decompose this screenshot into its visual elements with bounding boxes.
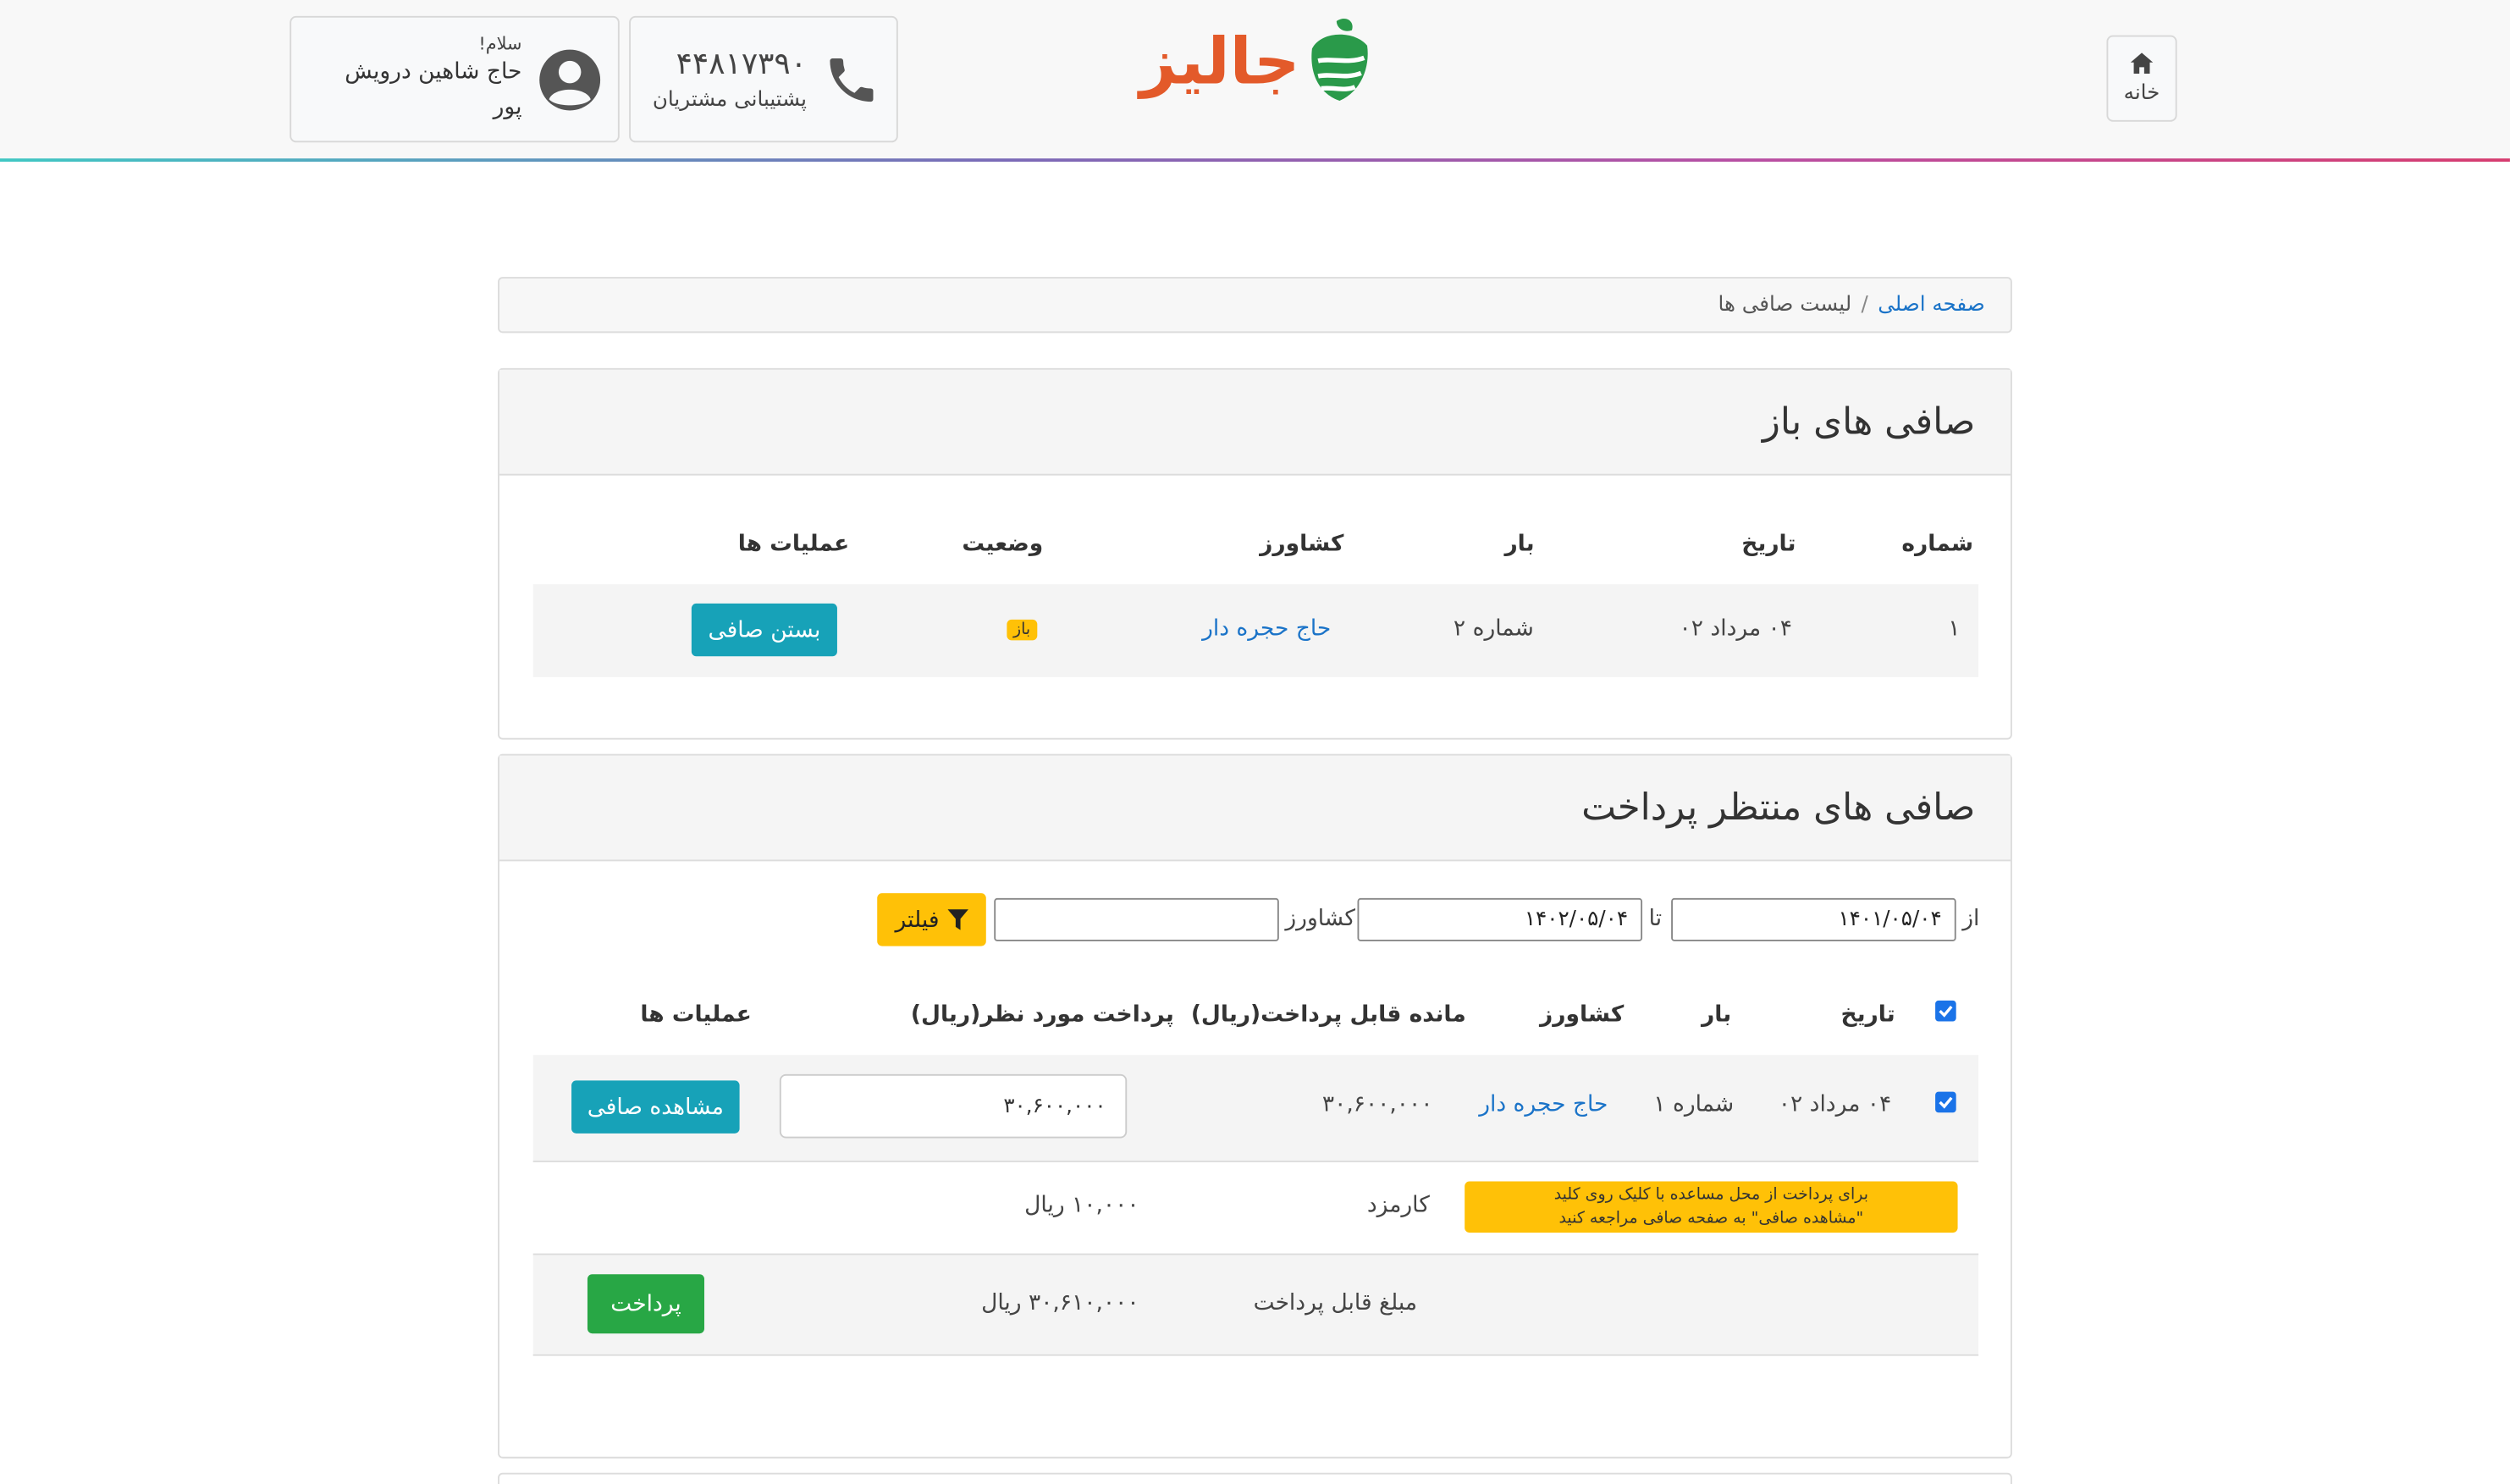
fee-value: ۱۰,۰۰۰ ریال: [1024, 1192, 1139, 1219]
note-line-2: "مشاهده صافی" به صفحه صافی مراجعه کنید: [1558, 1210, 1864, 1228]
header-accent-line: [0, 158, 2510, 162]
filter-farmer-label: کشاورز: [1285, 906, 1356, 932]
row-farmer-link[interactable]: حاج حجره دار: [1479, 1092, 1608, 1117]
brand-logo[interactable]: جالیز: [1139, 13, 1373, 112]
funnel-icon: [946, 908, 968, 930]
select-all-checkbox[interactable]: [1935, 1000, 1956, 1022]
user-text: سلام! حاج شاهین درویش پور: [322, 34, 521, 125]
col-load: بار: [1702, 1001, 1732, 1029]
col-date: تاریخ: [1840, 1001, 1895, 1029]
customer-support[interactable]: ۴۴۸۱۷۳۹۰ پشتیبانی مشتریان: [629, 15, 898, 143]
fee-label: کارمزد: [1366, 1192, 1430, 1219]
user-name: حاج شاهین درویش پور: [345, 58, 522, 120]
filter-to-date-input[interactable]: ۱۴۰۲/۰۵/۰۴: [1357, 897, 1643, 941]
row-load: شماره ۲: [1453, 616, 1534, 643]
support-text: ۴۴۸۱۷۳۹۰ پشتیبانی مشتریان: [653, 47, 807, 113]
row-divider: [532, 1160, 1979, 1162]
col-farmer: کشاورز: [1260, 531, 1344, 558]
row-date: ۰۴ مرداد ۰۲: [1778, 1091, 1892, 1117]
row-divider: [532, 1354, 1979, 1356]
breadcrumb-current: لیست صافی ها: [1718, 293, 1852, 317]
breadcrumb-separator: /: [1861, 293, 1868, 317]
open-card-title: صافی های باز: [1762, 400, 1976, 443]
next-card-edge: [498, 1472, 2012, 1484]
payment-amount-input[interactable]: ۳۰,۶۰۰,۰۰۰: [779, 1073, 1128, 1139]
filter-to-label: تا: [1648, 906, 1663, 932]
breadcrumb-home-link[interactable]: صفحه اصلی: [1878, 293, 1985, 317]
logo-wordmark: جالیز: [1139, 25, 1301, 100]
filter-farmer-input[interactable]: [994, 897, 1279, 941]
check-icon: [1939, 1005, 1953, 1018]
total-label: مبلغ قابل پرداخت: [1253, 1290, 1418, 1316]
row-load: شماره ۱: [1653, 1091, 1735, 1117]
col-farmer: کشاورز: [1540, 1001, 1625, 1029]
col-remaining: مانده قابل پرداخت(ریال): [1190, 1001, 1466, 1029]
col-load: بار: [1504, 531, 1535, 558]
pending-card-title: صافی های منتظر پرداخت: [1581, 786, 1976, 829]
row-number: ۱: [1948, 616, 1961, 643]
filter-button[interactable]: فیلتر: [877, 893, 986, 946]
col-status: وضعیت: [962, 531, 1044, 558]
home-button[interactable]: خانه: [2106, 35, 2177, 122]
breadcrumb: صفحه اصلی / لیست صافی ها: [498, 277, 2012, 334]
total-value: ۳۰,۶۱۰,۰۰۰ ریال: [981, 1290, 1139, 1316]
note-line-1: برای پرداخت از محل مساعده با کلیک روی کل…: [1553, 1186, 1869, 1205]
check-icon: [1939, 1096, 1953, 1109]
logo-leaf-icon: [1311, 18, 1368, 101]
col-payment: پرداخت مورد نظر(ریال): [910, 1001, 1174, 1029]
phone-icon: [830, 58, 874, 102]
support-phone: ۴۴۸۱۷۳۹۰: [676, 46, 808, 82]
row-date: ۰۴ مرداد ۰۲: [1679, 616, 1793, 643]
row-checkbox[interactable]: [1935, 1091, 1956, 1113]
support-label: پشتیبانی مشتریان: [652, 88, 808, 113]
status-badge: باز: [1007, 619, 1037, 641]
home-icon: [2130, 52, 2154, 74]
user-greeting: سلام!: [478, 33, 522, 55]
col-actions: عملیات ها: [640, 1001, 752, 1029]
row-remaining: ۳۰,۶۰۰,۰۰۰: [1321, 1091, 1433, 1117]
filter-button-label: فیلتر: [895, 907, 940, 933]
col-number: شماره: [1901, 531, 1973, 558]
pay-button[interactable]: پرداخت: [587, 1274, 704, 1334]
table-row: [532, 1055, 1979, 1161]
user-avatar-icon: [539, 48, 601, 110]
filter-from-date-input[interactable]: ۱۴۰۱/۰۵/۰۴: [1671, 897, 1956, 941]
user-profile[interactable]: سلام! حاج شاهین درویش پور: [290, 15, 620, 143]
col-actions: عملیات ها: [737, 531, 850, 558]
col-date: تاریخ: [1741, 531, 1796, 558]
filter-from-label: از: [1962, 906, 1980, 932]
close-filter-button[interactable]: بستن صافی: [691, 603, 837, 657]
view-filter-button[interactable]: مشاهده صافی: [571, 1080, 740, 1134]
open-card-header: صافی های باز: [499, 369, 2011, 476]
home-label: خانه: [2123, 81, 2160, 106]
row-farmer-link[interactable]: حاج حجره دار: [1202, 616, 1331, 642]
pending-card-header: صافی های منتظر پرداخت: [499, 755, 2011, 862]
payment-hint-note: برای پرداخت از محل مساعده با کلیک روی کل…: [1465, 1181, 1958, 1233]
